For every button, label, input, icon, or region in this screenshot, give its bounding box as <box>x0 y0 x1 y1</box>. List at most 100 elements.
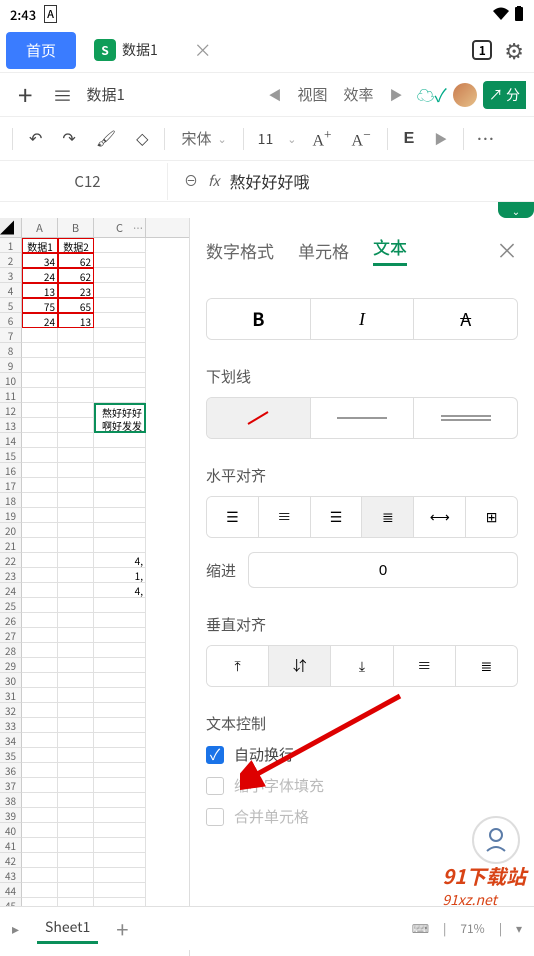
cell[interactable] <box>94 373 146 388</box>
tab-number-format[interactable]: 数字格式 <box>206 238 274 263</box>
cell[interactable] <box>58 823 94 838</box>
spreadsheet[interactable]: ◢ A B C⋯ 1数据1数据2234623246241323575656241… <box>0 218 190 956</box>
cell[interactable] <box>22 658 58 673</box>
cell[interactable] <box>58 478 94 493</box>
cell[interactable] <box>94 358 146 373</box>
cell[interactable] <box>94 808 146 823</box>
cell[interactable] <box>94 658 146 673</box>
cell[interactable] <box>94 643 146 658</box>
undo-button[interactable]: ↶ <box>21 125 50 153</box>
cell[interactable] <box>58 853 94 868</box>
cell[interactable] <box>22 628 58 643</box>
efficiency-button[interactable]: 效率 <box>336 84 382 105</box>
cell[interactable] <box>22 433 58 448</box>
row-header[interactable]: 13 <box>0 418 22 433</box>
cell[interactable]: 4, <box>94 583 146 598</box>
cell[interactable] <box>94 238 146 253</box>
cell-value[interactable]: 熬好好好哦 <box>229 169 526 193</box>
cell[interactable] <box>22 493 58 508</box>
cell[interactable] <box>94 343 146 358</box>
cell[interactable] <box>94 493 146 508</box>
row-header[interactable]: 11 <box>0 388 22 403</box>
cell[interactable]: 数据2 <box>58 238 94 253</box>
cell[interactable] <box>58 538 94 553</box>
cell[interactable] <box>22 343 58 358</box>
cell[interactable] <box>94 628 146 643</box>
cell[interactable] <box>94 868 146 883</box>
fx-icon[interactable]: fx <box>208 171 219 191</box>
cell[interactable]: 75 <box>22 298 58 313</box>
cell[interactable] <box>58 748 94 763</box>
row-header[interactable]: 22 <box>0 553 22 568</box>
row-header[interactable]: 16 <box>0 463 22 478</box>
cell[interactable] <box>94 853 146 868</box>
select-all-corner[interactable]: ◢ <box>0 218 22 237</box>
cell[interactable] <box>22 568 58 583</box>
cell[interactable] <box>58 643 94 658</box>
valign-bottom[interactable]: ⤓ <box>331 646 393 686</box>
next-button[interactable]: ▶ <box>382 85 411 104</box>
align-distribute[interactable]: ⟷ <box>414 497 466 537</box>
cell-reference[interactable]: C12 <box>8 163 168 200</box>
cell[interactable] <box>22 613 58 628</box>
cell[interactable]: 啊好发发 <box>94 418 146 433</box>
menu-icon[interactable]: ≡ <box>42 80 82 109</box>
valign-top[interactable]: ⤒ <box>207 646 269 686</box>
cell[interactable] <box>94 598 146 613</box>
align-right[interactable]: ☰ <box>311 497 363 537</box>
cell[interactable] <box>58 688 94 703</box>
cell[interactable] <box>58 628 94 643</box>
italic-toggle[interactable]: I <box>311 299 415 339</box>
row-header[interactable]: 34 <box>0 733 22 748</box>
row-header[interactable]: 33 <box>0 718 22 733</box>
cell[interactable] <box>22 778 58 793</box>
view-button[interactable]: 视图 <box>290 84 336 105</box>
cell[interactable] <box>22 853 58 868</box>
cell[interactable] <box>94 793 146 808</box>
eraser-button[interactable]: ◇ <box>128 125 156 153</box>
cell[interactable] <box>22 748 58 763</box>
close-tab-icon[interactable]: × <box>194 37 212 63</box>
cell[interactable] <box>94 298 146 313</box>
cell[interactable] <box>22 883 58 898</box>
cell[interactable]: 34 <box>22 253 58 268</box>
document-tab[interactable]: S 数据1 × <box>84 31 222 69</box>
cell[interactable] <box>58 613 94 628</box>
cell[interactable] <box>94 838 146 853</box>
cell[interactable] <box>22 793 58 808</box>
cell[interactable] <box>58 358 94 373</box>
settings-icon[interactable]: ⚙ <box>500 30 528 70</box>
row-header[interactable]: 14 <box>0 433 22 448</box>
cell[interactable] <box>94 778 146 793</box>
cell[interactable] <box>58 388 94 403</box>
cell[interactable] <box>22 823 58 838</box>
cell[interactable] <box>58 508 94 523</box>
row-header[interactable]: 6 <box>0 313 22 328</box>
cell[interactable] <box>94 388 146 403</box>
align-center[interactable]: ≡ <box>259 497 311 537</box>
cell[interactable] <box>94 448 146 463</box>
cell[interactable] <box>22 373 58 388</box>
cell[interactable] <box>58 448 94 463</box>
cell[interactable] <box>58 703 94 718</box>
valign-justify[interactable]: ≡ <box>394 646 456 686</box>
bold-button[interactable]: E <box>396 126 423 152</box>
cell[interactable] <box>94 703 146 718</box>
row-header[interactable]: 4 <box>0 283 22 298</box>
cell[interactable] <box>58 418 94 433</box>
cell[interactable] <box>22 763 58 778</box>
expand-panel-icon[interactable]: ⌄ <box>498 202 534 218</box>
cell[interactable] <box>94 688 146 703</box>
cell[interactable] <box>58 673 94 688</box>
cell[interactable] <box>58 868 94 883</box>
sheet-tab[interactable]: Sheet1 <box>37 913 98 944</box>
cell[interactable] <box>94 748 146 763</box>
cell[interactable] <box>58 373 94 388</box>
cell[interactable] <box>22 463 58 478</box>
increase-font-icon[interactable]: A+ <box>304 123 339 154</box>
cell[interactable] <box>58 463 94 478</box>
row-header[interactable]: 31 <box>0 688 22 703</box>
cell[interactable]: 65 <box>58 298 94 313</box>
cell[interactable] <box>22 508 58 523</box>
cell[interactable] <box>94 253 146 268</box>
